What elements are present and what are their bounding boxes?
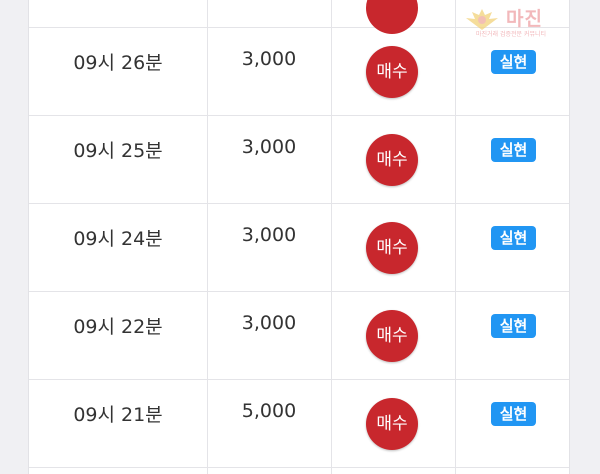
- trade-time: 09시 26분: [73, 52, 163, 74]
- trade-amount: 5,000: [241, 400, 297, 422]
- buy-badge: 매수: [366, 46, 418, 98]
- trade-time: 09시 25분: [73, 140, 163, 162]
- buy-badge: 매수: [366, 222, 418, 274]
- trade-amount: 3,000: [241, 312, 297, 334]
- table-row[interactable]: 09시 21분 5,000 매수 실현: [29, 380, 569, 468]
- trade-amount: 3,000: [241, 136, 297, 158]
- buy-badge: 매수: [366, 310, 418, 362]
- buy-badge: 매수: [366, 134, 418, 186]
- trade-history-table: 09시 26분 3,000 매수 실현 09시 25분 3,000 매수 실현 …: [28, 0, 570, 474]
- trade-amount: 3,000: [241, 224, 297, 246]
- site-watermark: 마진 마진거래 검증전문 커뮤니티: [462, 4, 596, 38]
- realized-badge: 실현: [491, 314, 536, 338]
- trade-time: 09시 22분: [73, 316, 163, 338]
- table-row[interactable]: 09시 24분 3,000 매수 실현: [29, 204, 569, 292]
- watermark-logo-text: 마진: [506, 8, 543, 30]
- trade-time: 09시 21분: [73, 404, 163, 426]
- realized-badge: 실현: [491, 226, 536, 250]
- table-row[interactable]: 09시 25분 3,000 매수 실현: [29, 116, 569, 204]
- watermark-subtitle: 마진거래 검증전문 커뮤니티: [476, 31, 547, 38]
- table-row[interactable]: 09시 26분 3,000 매수 실현: [29, 28, 569, 116]
- trade-amount: 3,000: [241, 48, 297, 70]
- realized-badge: 실현: [491, 138, 536, 162]
- realized-badge: 실현: [491, 402, 536, 426]
- table-row[interactable]: 09시 22분 3,000 매수 실현: [29, 292, 569, 380]
- buy-badge: 매수: [366, 398, 418, 450]
- realized-badge: 실현: [491, 50, 536, 74]
- trade-time: 09시 24분: [73, 228, 163, 250]
